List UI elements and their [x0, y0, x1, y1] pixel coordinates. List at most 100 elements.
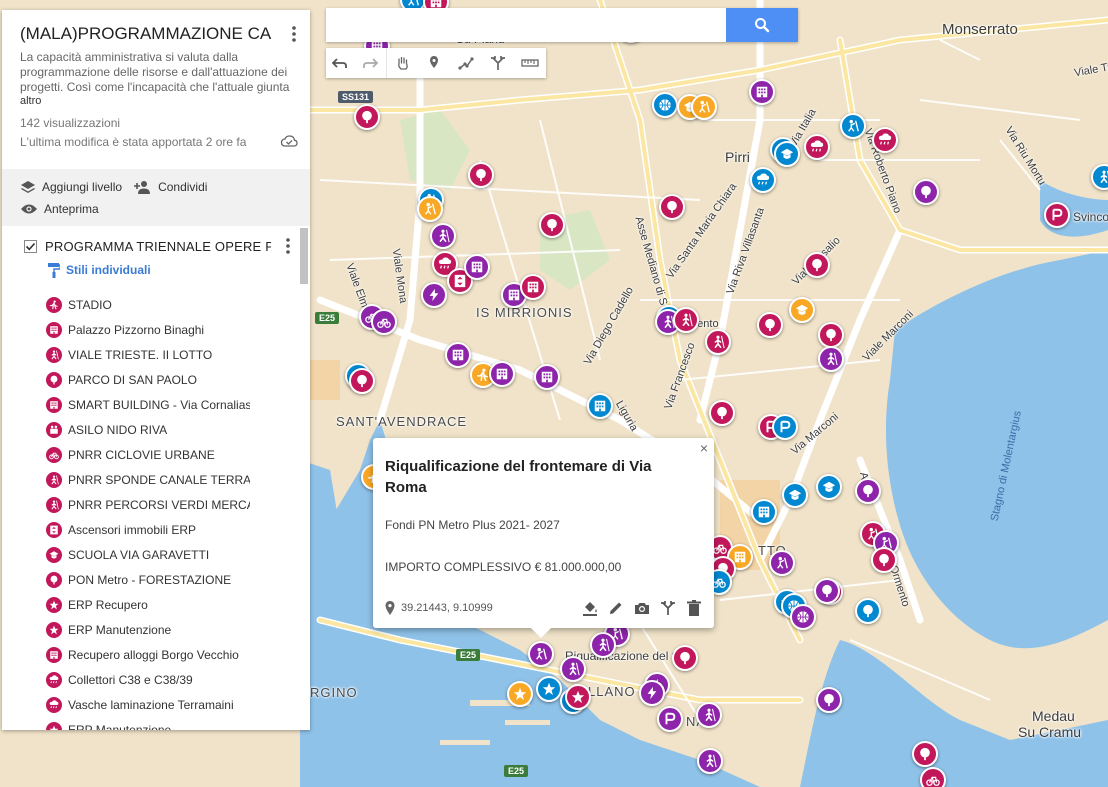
map-marker[interactable] [816, 474, 842, 500]
undo-button[interactable] [326, 48, 354, 78]
map-marker[interactable] [691, 94, 717, 120]
map-marker[interactable] [912, 741, 938, 767]
preview-button[interactable]: Anteprima [20, 202, 99, 216]
legend-item[interactable]: PNRR PERCORSI VERDI MERCATI [2, 492, 310, 517]
map-marker[interactable] [468, 162, 494, 188]
map-marker[interactable] [790, 604, 816, 630]
map-marker[interactable] [709, 400, 735, 426]
map-marker[interactable] [920, 767, 946, 787]
legend-item[interactable]: Palazzo Pizzorno Binaghi [2, 317, 310, 342]
map-marker[interactable] [430, 223, 456, 249]
map-marker[interactable] [587, 393, 613, 419]
panel-scrollbar[interactable] [300, 228, 308, 284]
map-marker[interactable] [489, 361, 515, 387]
map-marker[interactable] [421, 282, 447, 308]
description-more-link[interactable]: altro [20, 95, 294, 107]
share-button[interactable]: Condividi [134, 180, 207, 194]
legend-item[interactable]: PNRR SPONDE CANALE TERRAMAINI [2, 467, 310, 492]
map-marker[interactable] [349, 368, 375, 394]
legend-item[interactable]: ERP Recupero [2, 592, 310, 617]
map-marker[interactable] [639, 680, 665, 706]
draw-line-button[interactable] [450, 48, 482, 78]
map-marker[interactable] [816, 687, 842, 713]
map-marker[interactable] [818, 346, 844, 372]
map-marker[interactable] [652, 92, 678, 118]
map-options-button[interactable] [292, 26, 296, 47]
map-marker[interactable] [697, 748, 723, 774]
map-marker[interactable] [814, 578, 840, 604]
directions-button[interactable] [482, 48, 514, 78]
layer-visibility-checkbox[interactable] [24, 239, 37, 253]
map-marker[interactable] [536, 676, 562, 702]
layer-options-button[interactable] [286, 238, 290, 259]
legend-item[interactable]: Vasche laminazione Terramaini [2, 692, 310, 717]
map-marker[interactable] [855, 598, 881, 624]
map-marker[interactable] [782, 482, 808, 508]
map-marker[interactable] [913, 179, 939, 205]
map-marker[interactable] [354, 104, 380, 130]
map-marker[interactable] [749, 79, 775, 105]
map-marker[interactable] [672, 645, 698, 671]
map-marker[interactable] [804, 252, 830, 278]
legend-item[interactable]: Collettori C38 e C38/39 [2, 667, 310, 692]
add-layer-button[interactable]: Aggiungi livello [20, 180, 122, 194]
legend-item[interactable]: ERP Manutenzione [2, 717, 310, 730]
map-marker[interactable] [855, 478, 881, 504]
map-marker[interactable] [528, 641, 554, 667]
style-button[interactable] [582, 600, 598, 616]
map-marker[interactable] [507, 681, 533, 707]
map-marker[interactable] [371, 309, 397, 335]
map-marker[interactable] [657, 706, 683, 732]
legend-item[interactable]: Ascensori immobili ERP [2, 517, 310, 542]
map-marker[interactable] [751, 499, 777, 525]
popup-coordinates[interactable]: 39.21443, 9.10999 [401, 602, 582, 614]
legend-item[interactable]: SCUOLA VIA GARAVETTI [2, 542, 310, 567]
map-marker[interactable] [840, 113, 866, 139]
legend-item[interactable]: PNRR CICLOVIE URBANE [2, 442, 310, 467]
map-marker[interactable] [659, 194, 685, 220]
close-popup-button[interactable]: × [700, 440, 708, 456]
map-marker[interactable] [590, 632, 616, 658]
add-photo-button[interactable] [634, 600, 650, 616]
map-marker[interactable] [705, 329, 731, 355]
map-marker[interactable] [774, 141, 800, 167]
legend-item[interactable]: PON Metro - FORESTAZIONE [2, 567, 310, 592]
map-marker[interactable] [464, 254, 490, 280]
legend-item[interactable]: PARCO DI SAN PAOLO [2, 367, 310, 392]
map-marker[interactable] [769, 550, 795, 576]
measure-button[interactable] [514, 48, 546, 78]
legend-item[interactable]: ASILO NIDO RIVA [2, 417, 310, 442]
map-marker[interactable] [673, 307, 699, 333]
add-marker-button[interactable] [418, 48, 450, 78]
redo-button[interactable] [354, 48, 386, 78]
directions-popup-button[interactable] [660, 600, 676, 616]
map-marker[interactable] [804, 134, 830, 160]
legend-item[interactable]: STADIO [2, 292, 310, 317]
map-marker[interactable] [445, 342, 471, 368]
map-marker[interactable] [417, 196, 443, 222]
map-marker[interactable] [565, 684, 591, 710]
map-marker[interactable] [789, 297, 815, 323]
map-title[interactable]: (MALA)PROGRAMMAZIONE CAGLIARI [20, 24, 272, 44]
map-marker[interactable] [871, 547, 897, 573]
pan-tool-button[interactable] [386, 48, 418, 78]
map-marker[interactable] [560, 656, 586, 682]
legend-item[interactable]: SMART BUILDING - Via Cornalias [2, 392, 310, 417]
individual-styles-button[interactable]: Stili individuali [48, 262, 310, 278]
map-marker[interactable] [818, 322, 844, 348]
map-marker[interactable] [872, 127, 898, 153]
search-input[interactable] [326, 8, 726, 42]
map-marker[interactable] [772, 414, 798, 440]
layer-title[interactable]: PROGRAMMA TRIENNALE OPERE PUBBLICHE [45, 239, 271, 254]
map-marker[interactable] [534, 364, 560, 390]
edit-button[interactable] [608, 600, 624, 616]
map-marker[interactable] [750, 167, 776, 193]
legend-item[interactable]: Recupero alloggi Borgo Vecchio [2, 642, 310, 667]
delete-button[interactable] [686, 600, 702, 616]
map-marker[interactable] [539, 212, 565, 238]
map-marker[interactable] [757, 312, 783, 338]
legend-item[interactable]: VIALE TRIESTE. II LOTTO [2, 342, 310, 367]
legend-item[interactable]: ERP Manutenzione [2, 617, 310, 642]
map-marker[interactable] [520, 274, 546, 300]
map-marker[interactable] [1044, 202, 1070, 228]
